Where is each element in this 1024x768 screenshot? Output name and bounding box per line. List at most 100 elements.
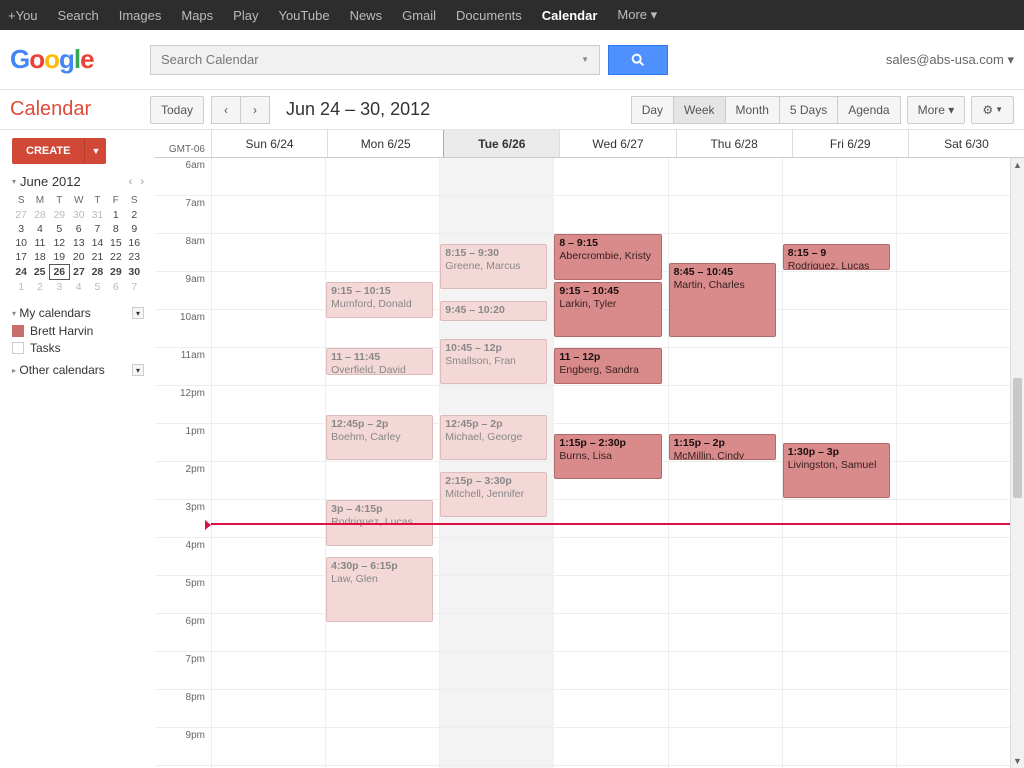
day-header[interactable]: Sat 6/30 [908, 130, 1024, 157]
time-cell[interactable] [211, 500, 325, 537]
search-dropdown-icon[interactable]: ▼ [581, 55, 589, 64]
nav-gmail[interactable]: Gmail [402, 8, 436, 23]
time-cell[interactable] [668, 614, 782, 651]
event[interactable]: 8:15 – 9:30Greene, Marcus [440, 244, 547, 290]
time-cell[interactable] [211, 196, 325, 233]
time-cell[interactable] [896, 196, 1010, 233]
mini-day[interactable]: 18 [30, 250, 49, 265]
nav-documents[interactable]: Documents [456, 8, 522, 23]
time-cell[interactable] [668, 538, 782, 575]
calendar-item[interactable]: Tasks [12, 341, 144, 355]
time-cell[interactable] [211, 310, 325, 347]
time-cell[interactable] [668, 348, 782, 385]
time-cell[interactable] [325, 728, 439, 765]
my-calendars-header[interactable]: ▾ My calendars▾ [12, 306, 144, 320]
nav-news[interactable]: News [350, 8, 383, 23]
mini-day[interactable]: 20 [69, 250, 88, 265]
nav-search[interactable]: Search [58, 8, 99, 23]
time-cell[interactable] [668, 728, 782, 765]
time-cell[interactable] [325, 196, 439, 233]
mini-day[interactable]: 29 [107, 265, 125, 280]
mini-day[interactable]: 1 [12, 280, 30, 295]
day-header[interactable]: Sun 6/24 [211, 130, 327, 157]
mini-day[interactable]: 7 [88, 222, 106, 236]
mini-day[interactable]: 27 [69, 265, 88, 280]
time-cell[interactable] [896, 614, 1010, 651]
calendar-item[interactable]: Brett Harvin [12, 324, 144, 338]
event[interactable]: 10:45 – 12pSmallson, Fran [440, 339, 547, 385]
mini-day[interactable]: 3 [12, 222, 30, 236]
mini-day[interactable]: 23 [125, 250, 143, 265]
create-dropdown[interactable]: ▼ [84, 138, 106, 164]
time-cell[interactable] [896, 272, 1010, 309]
time-cell[interactable] [782, 386, 896, 423]
time-cell[interactable] [211, 234, 325, 271]
mini-collapse-icon[interactable]: ▾ [12, 177, 16, 186]
time-cell[interactable] [896, 576, 1010, 613]
time-cell[interactable] [896, 310, 1010, 347]
event[interactable]: 1:15p – 2pMcMillin, Cindy [669, 434, 776, 461]
day-header[interactable]: Mon 6/25 [327, 130, 443, 157]
mini-day[interactable]: 10 [12, 236, 30, 250]
create-button[interactable]: CREATE [12, 138, 84, 164]
time-cell[interactable] [325, 462, 439, 499]
mini-day[interactable]: 16 [125, 236, 143, 250]
mini-day[interactable]: 6 [69, 222, 88, 236]
time-cell[interactable] [782, 576, 896, 613]
mini-day[interactable]: 29 [49, 208, 69, 222]
time-cell[interactable] [668, 690, 782, 727]
time-cell[interactable] [896, 234, 1010, 271]
scrollbar[interactable]: ▲ ▼ [1010, 158, 1024, 768]
time-cell[interactable] [782, 310, 896, 347]
time-cell[interactable] [325, 234, 439, 271]
nav-play[interactable]: Play [233, 8, 258, 23]
time-cell[interactable] [211, 728, 325, 765]
mini-day[interactable]: 5 [88, 280, 106, 295]
time-cell[interactable] [668, 500, 782, 537]
mini-day[interactable]: 8 [107, 222, 125, 236]
event[interactable]: 11 – 11:45Overfield, David [326, 348, 433, 375]
mini-day[interactable]: 26 [49, 265, 69, 280]
mini-month-label[interactable]: June 2012 [20, 174, 81, 189]
mini-day[interactable]: 2 [125, 208, 143, 222]
scroll-thumb[interactable] [1013, 378, 1022, 498]
mini-day[interactable]: 12 [49, 236, 69, 250]
time-cell[interactable] [211, 538, 325, 575]
time-cell[interactable] [553, 652, 667, 689]
time-cell[interactable] [211, 424, 325, 461]
next-week-button[interactable]: › [240, 96, 270, 124]
time-cell[interactable] [553, 538, 667, 575]
time-cell[interactable] [439, 538, 553, 575]
time-cell[interactable] [782, 196, 896, 233]
event[interactable]: 8:45 – 10:45Martin, Charles [669, 263, 776, 337]
time-cell[interactable] [325, 652, 439, 689]
time-cell[interactable] [896, 500, 1010, 537]
event[interactable]: 8:15 – 9Rodriquez, Lucas [783, 244, 890, 271]
time-cell[interactable] [439, 614, 553, 651]
time-cell[interactable] [553, 500, 667, 537]
event[interactable]: 9:15 – 10:15Mumford, Donald [326, 282, 433, 318]
time-cell[interactable] [668, 196, 782, 233]
prev-week-button[interactable]: ‹ [211, 96, 241, 124]
mini-day[interactable]: 1 [107, 208, 125, 222]
time-cell[interactable] [553, 158, 667, 195]
search-input[interactable]: Search Calendar ▼ [150, 45, 600, 75]
nav-maps[interactable]: Maps [181, 8, 213, 23]
day-header[interactable]: Wed 6/27 [559, 130, 675, 157]
mini-day[interactable]: 17 [12, 250, 30, 265]
mini-next-button[interactable]: › [140, 176, 144, 188]
mini-day[interactable]: 27 [12, 208, 30, 222]
mini-day[interactable]: 31 [88, 208, 106, 222]
event[interactable]: 4:30p – 6:15pLaw, Glen [326, 557, 433, 622]
gear-icon[interactable]: ⚙▼ [971, 96, 1014, 124]
mini-day[interactable]: 5 [49, 222, 69, 236]
search-button[interactable] [608, 45, 668, 75]
other-calendars-menu-icon[interactable]: ▾ [132, 364, 144, 376]
time-cell[interactable] [782, 158, 896, 195]
time-cell[interactable] [211, 614, 325, 651]
other-calendars-header[interactable]: ▸ Other calendars▾ [12, 363, 144, 377]
time-cell[interactable] [668, 386, 782, 423]
day-header[interactable]: Tue 6/26 [443, 130, 559, 157]
mini-day[interactable]: 22 [107, 250, 125, 265]
view-5days[interactable]: 5 Days [779, 96, 838, 124]
